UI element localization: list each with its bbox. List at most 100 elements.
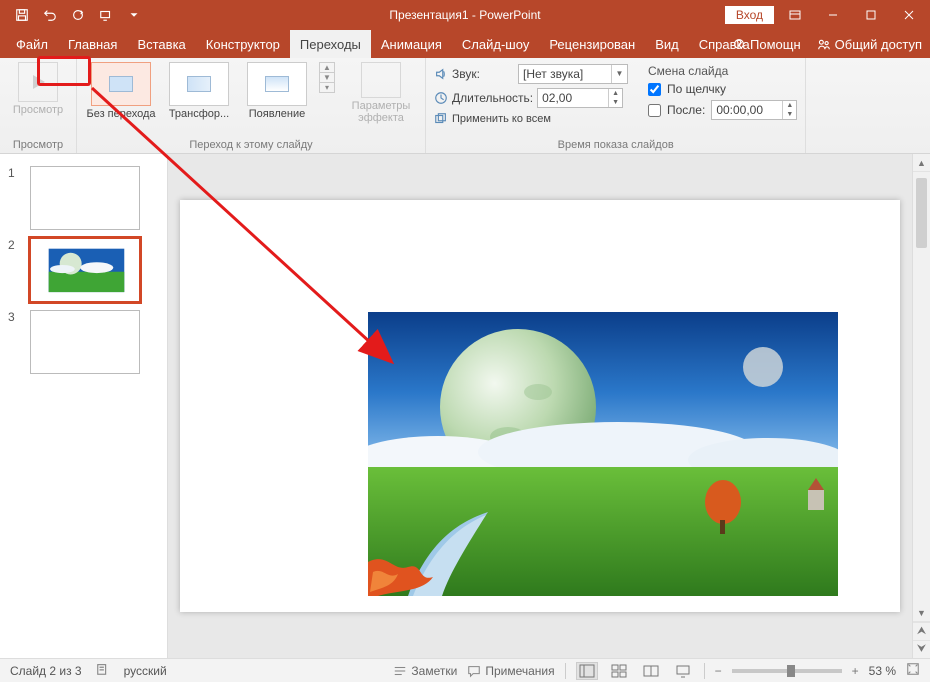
apply-all-label: Применить ко всем (452, 113, 551, 125)
effect-options-button[interactable]: Параметры эффекта (345, 62, 417, 124)
spin-up-icon[interactable]: ▲ (783, 101, 796, 110)
tab-view[interactable]: Вид (645, 30, 689, 58)
normal-view-icon[interactable] (576, 662, 598, 680)
group-label-transition: Переход к этому слайду (85, 137, 417, 151)
workspace: 1 2 3 (0, 154, 930, 658)
tab-file[interactable]: Файл (6, 30, 58, 58)
notes-label: Заметки (411, 664, 457, 678)
redo-icon[interactable] (66, 3, 90, 27)
thumbnail-image (31, 239, 139, 301)
gallery-more-icon[interactable]: ▾ (320, 82, 334, 92)
transition-morph[interactable]: Трансфор... (163, 62, 235, 120)
share-button[interactable]: Общий доступ (817, 37, 922, 52)
share-label: Общий доступ (835, 37, 922, 52)
fit-to-window-icon[interactable] (906, 662, 920, 679)
gallery-down-icon[interactable]: ▼ (320, 72, 334, 82)
save-icon[interactable] (10, 3, 34, 27)
duration-spinner[interactable]: 02,00 ▲▼ (537, 88, 623, 108)
duration-label: Длительность: (434, 91, 533, 105)
tell-me-label: Помощн (750, 37, 801, 52)
language-label[interactable]: русский (124, 664, 167, 678)
tab-review[interactable]: Рецензирован (539, 30, 645, 58)
tell-me-button[interactable]: Помощн (732, 37, 801, 52)
preview-button[interactable]: Просмотр (8, 62, 68, 116)
transition-fade[interactable]: Появление (241, 62, 313, 120)
group-preview: Просмотр Просмотр (0, 58, 77, 153)
comments-button[interactable]: Примечания (467, 664, 554, 678)
prev-slide-icon[interactable]: ⮝ (913, 622, 930, 640)
scroll-track[interactable] (913, 172, 930, 604)
scroll-down-icon[interactable]: ▼ (913, 604, 930, 622)
sorter-view-icon[interactable] (608, 662, 630, 680)
landscape-image (368, 312, 838, 596)
undo-icon[interactable] (38, 3, 62, 27)
slide-edit-area[interactable] (168, 154, 912, 658)
tab-design[interactable]: Конструктор (196, 30, 290, 58)
scroll-thumb[interactable] (916, 178, 927, 248)
slide-thumbnail-3[interactable] (30, 310, 140, 374)
gallery-up-icon[interactable]: ▲ (320, 63, 334, 72)
title-right: Вход (725, 1, 930, 29)
maximize-icon[interactable] (854, 1, 888, 29)
separator (704, 663, 705, 679)
transition-none[interactable]: Без перехода (85, 62, 157, 120)
after-spinner[interactable]: 00:00,00 ▲▼ (711, 100, 797, 120)
zoom-slider[interactable] (732, 669, 842, 673)
effect-options-label: Параметры эффекта (345, 100, 417, 124)
start-from-beginning-icon[interactable] (94, 3, 118, 27)
qat-customize-icon[interactable] (122, 3, 146, 27)
quick-access-toolbar (0, 3, 146, 27)
ribbon-display-options-icon[interactable] (778, 1, 812, 29)
zoom-slider-thumb[interactable] (787, 665, 795, 677)
zoom-value[interactable]: 53 % (869, 664, 896, 678)
speaker-icon (434, 67, 448, 81)
slide-canvas[interactable] (180, 200, 900, 612)
zoom-out-icon[interactable]: − (715, 664, 722, 678)
next-slide-icon[interactable]: ⮟ (913, 640, 930, 658)
effect-options-icon (361, 62, 401, 98)
slide-thumbnail-1[interactable] (30, 166, 140, 230)
transition-none-label: Без перехода (85, 108, 157, 120)
sound-label: Звук: (434, 67, 514, 81)
tab-insert[interactable]: Вставка (127, 30, 195, 58)
clock-icon (434, 91, 448, 105)
chevron-down-icon[interactable]: ▼ (611, 65, 627, 83)
advance-title: Смена слайда (648, 64, 797, 78)
spin-down-icon[interactable]: ▼ (609, 98, 622, 107)
tab-transitions[interactable]: Переходы (290, 30, 371, 58)
spin-up-icon[interactable]: ▲ (609, 89, 622, 98)
apply-to-all-button[interactable]: Применить ко всем (434, 112, 628, 126)
scroll-up-icon[interactable]: ▲ (913, 154, 930, 172)
duration-value: 02,00 (538, 91, 608, 105)
on-click-checkbox[interactable]: По щелчку (648, 82, 797, 96)
close-icon[interactable] (892, 1, 926, 29)
minimize-icon[interactable] (816, 1, 850, 29)
notes-button[interactable]: Заметки (393, 664, 457, 678)
sound-dropdown[interactable]: [Нет звука] ▼ (518, 64, 628, 84)
spellcheck-icon[interactable] (96, 662, 110, 679)
zoom-in-icon[interactable]: + (852, 664, 859, 678)
slideshow-view-icon[interactable] (672, 662, 694, 680)
tab-animations[interactable]: Анимация (371, 30, 452, 58)
group-label-preview: Просмотр (8, 137, 68, 151)
slide-picture[interactable] (368, 312, 838, 596)
transition-gallery[interactable]: Без перехода Трансфор... Появление ▲ ▼ ▾ (85, 62, 335, 124)
after-checkbox[interactable]: После: (648, 103, 705, 117)
on-click-label: По щелчку (667, 82, 726, 96)
after-value: 00:00,00 (712, 103, 782, 117)
vertical-scrollbar[interactable]: ▲ ▼ ⮝ ⮟ (912, 154, 930, 658)
login-button[interactable]: Вход (725, 6, 774, 24)
reading-view-icon[interactable] (640, 662, 662, 680)
thumb-number: 1 (8, 166, 22, 230)
slide-thumbnail-2[interactable] (30, 238, 140, 302)
slide-counter: Слайд 2 из 3 (10, 664, 82, 678)
transition-fade-label: Появление (241, 108, 313, 120)
thumb-number: 2 (8, 238, 22, 302)
ribbon-body: Просмотр Просмотр Без перехода Трансфор.… (0, 58, 930, 154)
preview-play-icon (18, 62, 58, 102)
slide-thumbnail-pane[interactable]: 1 2 3 (0, 154, 168, 658)
tab-slideshow[interactable]: Слайд-шоу (452, 30, 539, 58)
window-title: Презентация1 - PowerPoint (389, 8, 540, 22)
spin-down-icon[interactable]: ▼ (783, 110, 796, 119)
tab-home[interactable]: Главная (58, 30, 127, 58)
